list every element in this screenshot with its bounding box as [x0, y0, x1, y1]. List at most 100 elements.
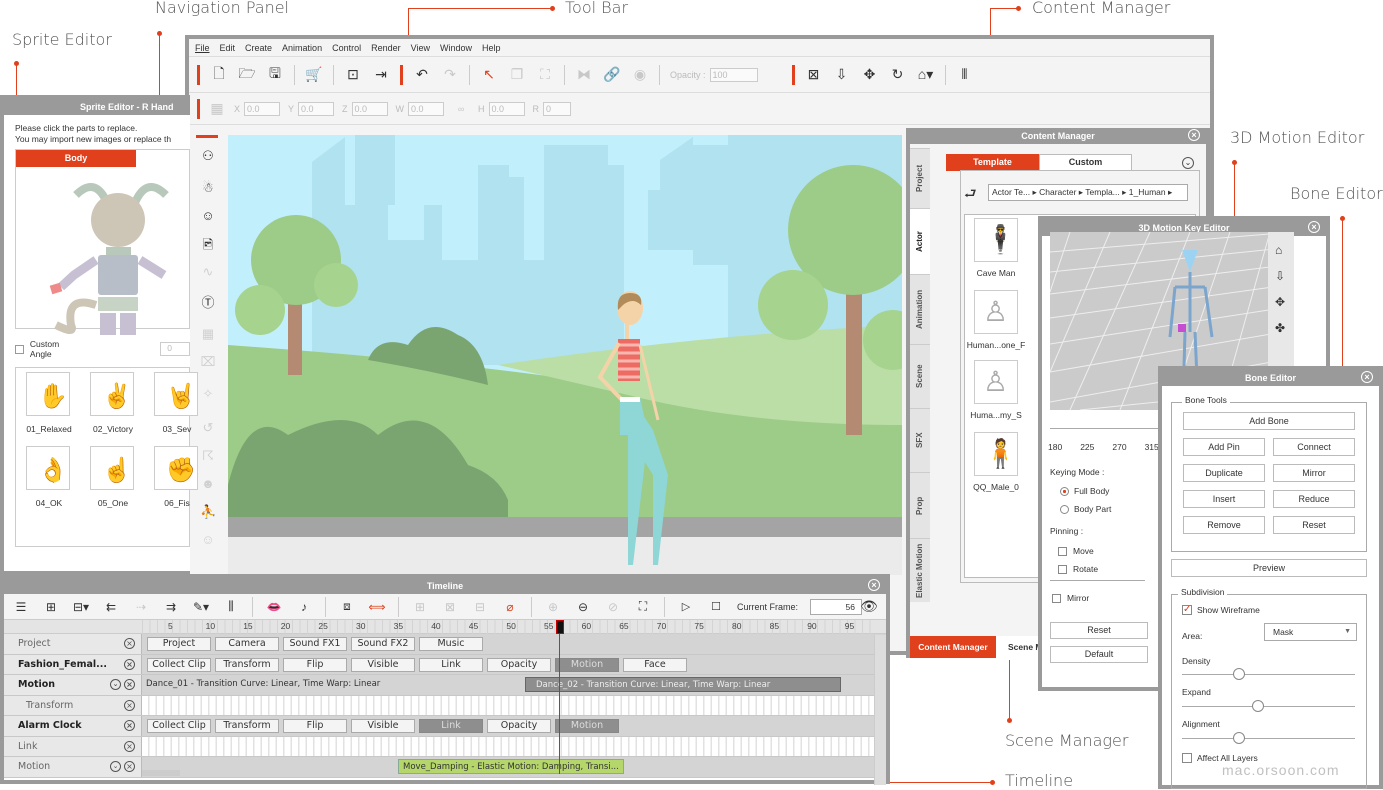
- track-chip[interactable]: Collect Clip: [147, 719, 211, 733]
- track-chip[interactable]: Flip: [283, 657, 347, 672]
- export-icon[interactable]: ⇥: [372, 66, 390, 83]
- stage-canvas[interactable]: [228, 135, 902, 575]
- track-area[interactable]: [142, 695, 886, 715]
- track-chip[interactable]: Link: [419, 657, 483, 672]
- face-icon[interactable]: ☻: [200, 476, 216, 491]
- track-area[interactable]: Collect Clip Transform Flip Visible Link Opac…: [142, 654, 886, 674]
- radio-full-body[interactable]: Full Body: [1060, 486, 1109, 496]
- menu-create[interactable]: Create: [245, 43, 272, 53]
- zoom-out-icon[interactable]: ⊖: [574, 600, 592, 614]
- track-area[interactable]: [142, 736, 886, 756]
- frame-icon[interactable]: ⌧: [200, 354, 216, 370]
- remove-button[interactable]: Remove: [1183, 516, 1265, 534]
- menu-edit[interactable]: Edit: [220, 43, 236, 53]
- head-icon[interactable]: ☺: [200, 208, 216, 223]
- track-chip[interactable]: Visible: [351, 719, 415, 733]
- undo-icon[interactable]: ↶: [413, 66, 431, 83]
- duplicate-button[interactable]: Duplicate: [1183, 464, 1265, 482]
- motion-clip[interactable]: Dance_02 - Transition Curve: Linear, Tim…: [525, 677, 841, 692]
- 3d-icon[interactable]: ✧: [200, 386, 216, 402]
- move-up-icon[interactable]: ⇩: [833, 66, 851, 83]
- slider-knob[interactable]: [1233, 732, 1246, 744]
- track-chip[interactable]: Transform: [215, 719, 279, 733]
- add-bone-button[interactable]: Add Bone: [1183, 412, 1355, 430]
- track-label[interactable]: Transform ×: [4, 695, 142, 715]
- menu-help[interactable]: Help: [482, 43, 501, 53]
- breadcrumb-item[interactable]: Actor Te...: [992, 187, 1030, 197]
- track-label[interactable]: Project ×: [4, 634, 142, 654]
- mirror-button[interactable]: Mirror: [1273, 464, 1355, 482]
- custom-angle-input[interactable]: 0: [160, 342, 190, 356]
- select-arrow-icon[interactable]: ↖: [480, 66, 498, 83]
- create-actor-icon[interactable]: ☃: [200, 180, 216, 196]
- home-icon[interactable]: ⌂▾: [917, 66, 935, 83]
- view-eye-icon[interactable]: 👁: [860, 598, 878, 615]
- close-icon[interactable]: ×: [1361, 371, 1373, 383]
- track-chip[interactable]: Link: [419, 719, 483, 733]
- camera-view-icon[interactable]: ⊠: [805, 66, 823, 83]
- copy-icon[interactable]: ❐: [508, 66, 526, 83]
- motion-pose-icon[interactable]: ☈: [200, 448, 216, 464]
- side-tab-sfx[interactable]: SFX: [910, 408, 930, 472]
- slider-knob[interactable]: [1252, 700, 1265, 712]
- actor-thumb-human-bone[interactable]: ♙: [974, 290, 1018, 334]
- track-chip[interactable]: Sound FX2: [351, 637, 415, 651]
- checkbox-mirror[interactable]: Mirror: [1052, 593, 1089, 603]
- track-chip[interactable]: Camera: [215, 637, 279, 651]
- alignment-slider[interactable]: [1182, 732, 1355, 744]
- track-area[interactable]: Project Camera Sound FX1 Sound FX2 Music: [142, 634, 886, 654]
- image-media-icon[interactable]: 🖻: [200, 236, 216, 258]
- close-icon[interactable]: ×: [1188, 129, 1200, 141]
- reduce-button[interactable]: Reduce: [1273, 490, 1355, 508]
- track-label[interactable]: Motion × ⌄: [4, 675, 142, 695]
- close-track-icon[interactable]: ×: [124, 720, 135, 731]
- move-left-icon[interactable]: ⇇: [102, 600, 120, 614]
- close-track-icon[interactable]: ×: [124, 658, 135, 670]
- track-chip[interactable]: Visible: [351, 657, 415, 672]
- close-track-icon[interactable]: ×: [124, 638, 135, 649]
- density-slider[interactable]: [1182, 668, 1355, 680]
- track-toggle-icon[interactable]: ⊟▾: [72, 600, 90, 614]
- checkbox-rotate[interactable]: Rotate: [1058, 564, 1098, 574]
- side-tab-scene[interactable]: Scene: [910, 344, 930, 408]
- side-tab-prop[interactable]: Prop: [910, 472, 930, 538]
- slider-knob[interactable]: [1233, 668, 1246, 680]
- menu-window[interactable]: Window: [440, 43, 472, 53]
- radio-body-part[interactable]: Body Part: [1060, 504, 1111, 514]
- angle-slider[interactable]: [1050, 428, 1160, 429]
- track-chip[interactable]: Transform: [215, 657, 279, 672]
- pan-icon[interactable]: ✥: [1275, 295, 1285, 309]
- reset-bones-button[interactable]: Reset: [1273, 516, 1355, 534]
- motion-clip[interactable]: Move_Damping - Elastic Motion: Damping, …: [398, 759, 624, 774]
- expand-track-icon[interactable]: ⌄: [110, 679, 121, 690]
- zoom-reset-icon[interactable]: ⊘: [604, 600, 622, 614]
- close-track-icon[interactable]: ×: [124, 679, 135, 690]
- close-icon[interactable]: ×: [868, 579, 880, 591]
- side-tab-project[interactable]: Project: [910, 148, 930, 208]
- breadcrumb-item[interactable]: Character: [1039, 187, 1076, 197]
- orbit-icon[interactable]: ✤: [1275, 321, 1285, 335]
- sprite-body-diagram[interactable]: [36, 175, 186, 335]
- back-icon[interactable]: ⮐: [964, 183, 977, 207]
- stop-icon[interactable]: ☐: [707, 600, 725, 613]
- import-icon[interactable]: ⊡: [344, 66, 362, 83]
- tab-body[interactable]: Body: [16, 150, 136, 167]
- actor-thumb-human-dummy[interactable]: ♙: [974, 360, 1018, 404]
- play-icon[interactable]: ▷: [677, 600, 695, 613]
- track-label[interactable]: Motion × ⌄: [4, 757, 142, 777]
- playhead-handle[interactable]: [556, 620, 564, 634]
- close-track-icon[interactable]: ×: [124, 740, 135, 752]
- track-area[interactable]: Dance_01 - Transition Curve: Linear, Tim…: [142, 675, 886, 695]
- lock-ratio-icon[interactable]: ∞: [452, 104, 470, 114]
- preview-button[interactable]: Preview: [1171, 559, 1367, 577]
- breadcrumb-item[interactable]: 1_Human: [1129, 187, 1166, 197]
- chevron-down-icon[interactable]: ⌄: [1182, 157, 1194, 169]
- track-chip[interactable]: Motion: [555, 657, 619, 672]
- reset-button[interactable]: Reset: [1050, 622, 1148, 639]
- speed-icon[interactable]: ⟺: [368, 600, 386, 614]
- rotate-icon[interactable]: ↻: [889, 66, 907, 83]
- insert-button[interactable]: Insert: [1183, 490, 1265, 508]
- close-track-icon[interactable]: ×: [124, 699, 135, 711]
- tab-content-manager[interactable]: Content Manager: [910, 636, 996, 658]
- save-icon[interactable]: 🖫: [266, 63, 284, 87]
